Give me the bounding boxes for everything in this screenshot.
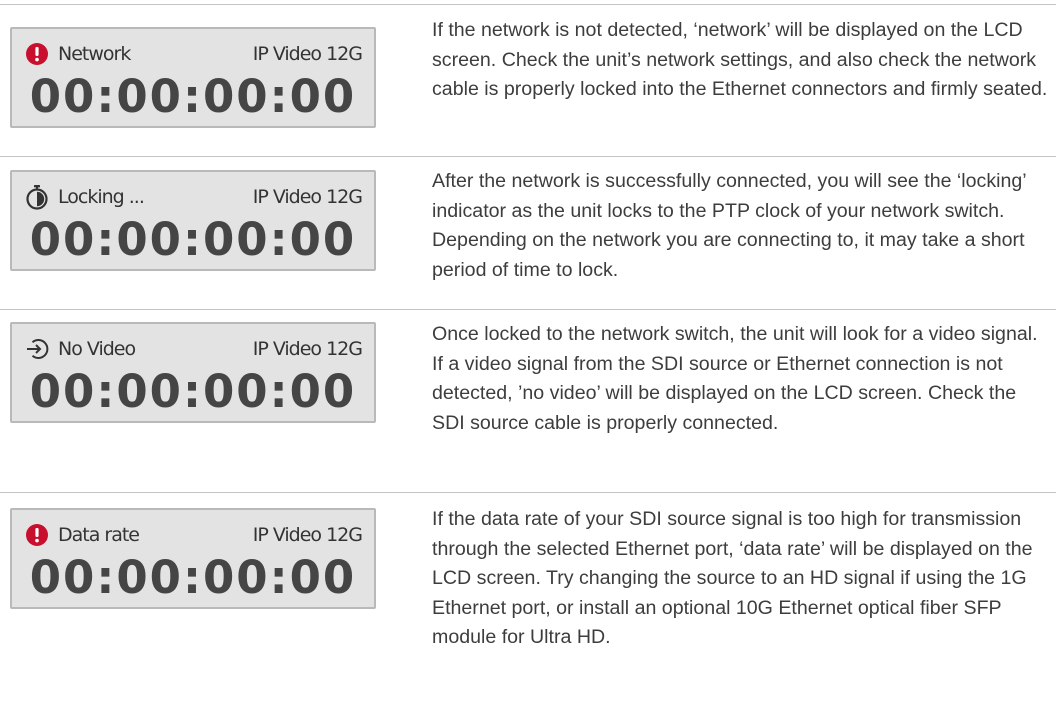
lcd-status: No Video [24,332,136,366]
model-label: IP Video 12G [252,43,363,65]
lcd-display: Data rate IP Video 12G 00:00:00:00 [10,508,376,609]
description: If the network is not detected, ‘network… [432,19,1048,100]
status-label: No Video [58,338,136,360]
status-label: Data rate [58,524,140,546]
description: Once locked to the network switch, the u… [432,323,1038,434]
timecode: 00:00:00:00 [29,365,357,418]
model-label: IP Video 12G [252,186,363,208]
stopwatch-icon [24,184,50,210]
status-label: Network [58,43,131,65]
lcd-status: Network [24,37,131,71]
divider [0,309,1056,310]
model-label: IP Video 12G [252,338,363,360]
timecode: 00:00:00:00 [29,551,357,604]
description: If the data rate of your SDI source sign… [432,508,1033,648]
input-arrow-icon [24,336,50,362]
lcd-display: Network IP Video 12G 00:00:00:00 [10,27,376,128]
alert-icon [24,41,50,67]
status-label: Locking ... [58,186,145,208]
timecode: 00:00:00:00 [29,213,357,266]
description: After the network is successfully connec… [432,170,1026,281]
lcd-display: Locking ... IP Video 12G 00:00:00:00 [10,170,376,271]
alert-icon [24,522,50,548]
model-label: IP Video 12G [252,524,363,546]
divider [0,492,1056,493]
lcd-status: Data rate [24,518,140,552]
divider [0,4,1056,5]
lcd-display: No Video IP Video 12G 00:00:00:00 [10,322,376,423]
divider [0,156,1056,157]
lcd-status: Locking ... [24,180,145,214]
timecode: 00:00:00:00 [29,70,357,123]
